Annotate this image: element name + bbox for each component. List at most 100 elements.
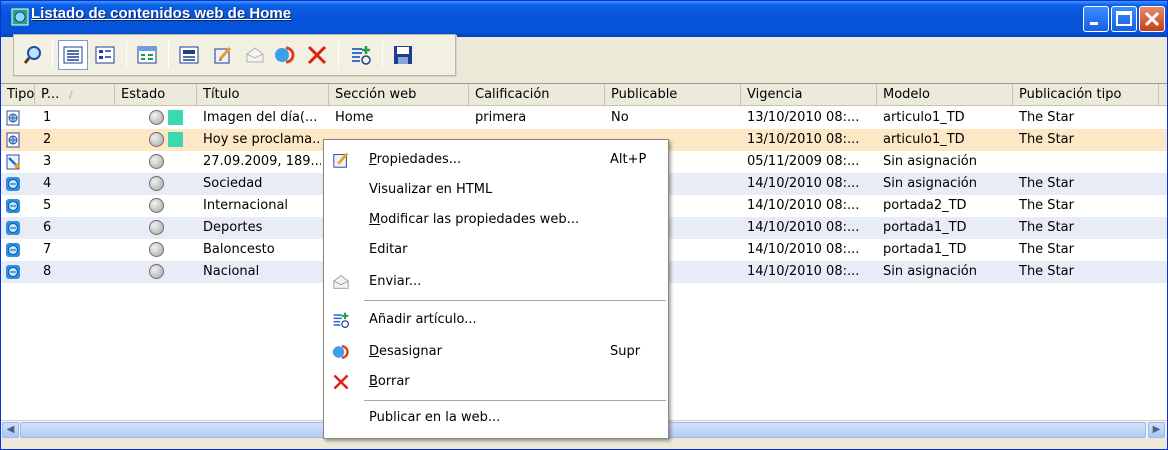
menu-item-editar[interactable]: Editar — [324, 236, 668, 264]
article-globe-icon — [5, 110, 21, 126]
cell-p: 7 — [43, 242, 52, 257]
minimize-button[interactable] — [1083, 6, 1109, 32]
cell-titulo: Deportes — [203, 220, 263, 235]
menu-item-borrar[interactable]: Borrar — [324, 368, 668, 396]
menu-item-label: Desasignar — [369, 344, 442, 359]
menu-item-publicar-web[interactable]: Publicar en la web... — [324, 404, 668, 432]
menu-item-label: Borrar — [369, 374, 410, 389]
status-square-icon — [168, 132, 183, 147]
cell-pub_tipo: The Star — [1019, 176, 1074, 191]
preview-icon — [179, 46, 199, 64]
add-article-icon — [352, 46, 371, 65]
menu-item-shortcut: Alt+P — [610, 152, 647, 167]
cell-vigencia: 14/10/2010 08:... — [747, 242, 860, 257]
menu-item-modificar-propiedades-web[interactable]: Modificar las propiedades web... — [324, 206, 668, 234]
menu-item-desasignar[interactable]: Desasignar Supr — [324, 338, 668, 366]
maximize-button[interactable] — [1111, 6, 1137, 32]
unassign-icon — [332, 343, 350, 361]
cell-p: 5 — [43, 198, 52, 213]
cell-titulo: Hoy se proclama... — [203, 132, 321, 147]
cell-titulo: Nacional — [203, 264, 260, 279]
send-icon — [246, 47, 264, 63]
cell-modelo: articulo1_TD — [883, 110, 965, 125]
cell-modelo: portada2_TD — [883, 198, 967, 213]
title-bar[interactable]: Listado de contenidos web de Home — [1, 1, 1167, 37]
status-circle-icon — [149, 198, 164, 213]
col-header-estado[interactable]: Estado — [115, 84, 197, 106]
close-button[interactable] — [1139, 6, 1165, 32]
link-page-icon — [5, 154, 21, 170]
scroll-left-button[interactable]: ◀ — [2, 422, 19, 438]
col-header-tipo[interactable]: Tipo — [1, 84, 35, 106]
cell-titulo: Internacional — [203, 198, 289, 213]
cell-modelo: Sin asignación — [883, 264, 977, 279]
cell-pub_tipo: The Star — [1019, 110, 1074, 125]
edit-properties-button[interactable] — [208, 40, 238, 70]
table-row[interactable]: 1 Imagen del día(... Home primera No 13/10/20… — [1, 107, 1167, 129]
menu-item-anadir-articulo[interactable]: Añadir artículo... — [324, 306, 668, 334]
menu-item-label: Visualizar en HTML — [369, 182, 493, 197]
cell-p: 6 — [43, 220, 52, 235]
menu-item-label: Añadir artículo... — [369, 312, 477, 327]
cell-p: 3 — [43, 154, 52, 169]
toolbar — [13, 34, 456, 76]
cell-p: 2 — [43, 132, 52, 147]
sort-ascending-icon: ∕ — [69, 90, 73, 101]
menu-item-label: Modificar las propiedades web... — [369, 212, 580, 227]
save-button[interactable] — [388, 40, 418, 70]
cell-pub_tipo: The Star — [1019, 132, 1074, 147]
menu-item-shortcut: Supr — [610, 344, 641, 359]
col-header-publicacion-tipo[interactable]: Publicación tipo — [1013, 84, 1159, 106]
col-header-vigencia[interactable]: Vigencia — [741, 84, 877, 106]
send-button[interactable] — [240, 40, 270, 70]
close-icon — [1144, 11, 1160, 27]
article-globe-icon — [5, 132, 21, 148]
col-header-titulo[interactable]: Título — [197, 84, 329, 106]
add-article-button[interactable] — [346, 40, 376, 70]
section-icon — [5, 176, 21, 192]
grid-view-button[interactable] — [132, 40, 162, 70]
table-header: Tipo P... ∕ Estado Título Sección web Cal… — [1, 84, 1167, 106]
menu-item-label: Propiedades... — [369, 152, 462, 167]
cell-calificacion: primera — [475, 110, 527, 125]
cell-publicable: No — [611, 110, 629, 125]
col-header-p[interactable]: P... ∕ — [35, 84, 115, 106]
detail-view-icon — [95, 46, 115, 64]
cell-p: 4 — [43, 176, 52, 191]
cell-pub_tipo: The Star — [1019, 198, 1074, 213]
col-header-calificacion[interactable]: Calificación — [469, 84, 605, 106]
save-icon — [394, 46, 412, 64]
minimize-icon — [1090, 22, 1098, 25]
cell-vigencia: 13/10/2010 08:... — [747, 110, 860, 125]
section-icon — [5, 242, 21, 258]
section-icon — [5, 198, 21, 214]
delete-button[interactable] — [302, 40, 332, 70]
menu-item-enviar[interactable]: Enviar... — [324, 268, 668, 296]
status-circle-icon — [149, 154, 164, 169]
status-circle-icon — [149, 264, 164, 279]
cell-vigencia: 13/10/2010 08:... — [747, 132, 860, 147]
scroll-right-button[interactable]: ▶ — [1148, 422, 1165, 438]
web-list-icon — [11, 8, 29, 26]
preview-button[interactable] — [174, 40, 204, 70]
detail-view-button[interactable] — [90, 40, 120, 70]
list-view-button[interactable] — [58, 40, 88, 70]
cell-modelo: portada1_TD — [883, 242, 967, 257]
main-window: Listado de contenidos web de Home Tipo P… — [0, 0, 1168, 450]
send-icon — [332, 273, 350, 291]
col-header-seccion-web[interactable]: Sección web — [329, 84, 469, 106]
unassign-icon — [275, 46, 295, 64]
unassign-button[interactable] — [270, 40, 300, 70]
menu-item-label: Publicar en la web... — [369, 410, 501, 425]
add-article-icon — [332, 311, 350, 329]
cell-titulo: Sociedad — [203, 176, 263, 191]
col-header-modelo[interactable]: Modelo — [877, 84, 1013, 106]
menu-item-visualizar-html[interactable]: Visualizar en HTML — [324, 176, 668, 204]
cell-vigencia: 05/11/2009 08:... — [747, 154, 860, 169]
status-square-icon — [168, 110, 183, 125]
search-button[interactable] — [18, 40, 48, 70]
cell-vigencia: 14/10/2010 08:... — [747, 176, 860, 191]
menu-item-propiedades[interactable]: Propiedades... Alt+P — [324, 146, 668, 174]
delete-icon — [332, 373, 350, 391]
col-header-publicable[interactable]: Publicable — [605, 84, 741, 106]
